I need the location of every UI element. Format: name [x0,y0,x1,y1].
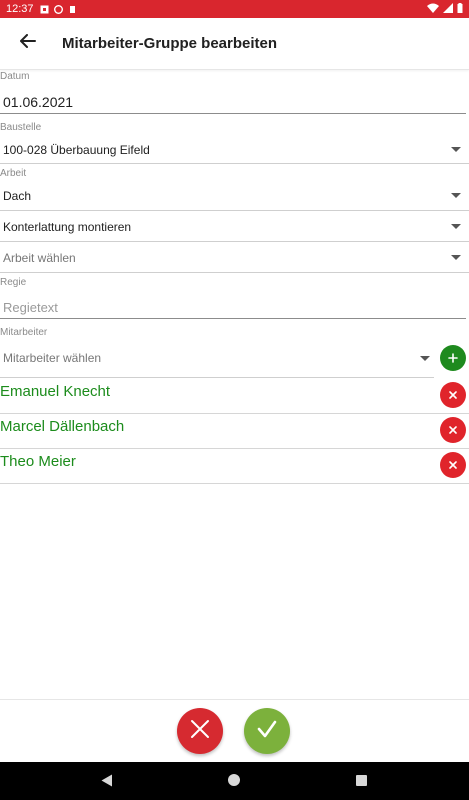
nav-home-icon[interactable] [228,774,240,786]
plus-icon [448,350,458,367]
chevron-down-icon [420,355,430,361]
employee-name: Marcel Dällenbach [0,418,125,435]
status-bar: 12:37 [0,0,469,18]
close-icon [449,423,457,437]
battery-icon [457,2,463,16]
app-bar: Mitarbeiter-Gruppe bearbeiten [0,18,469,70]
sd-card-icon [68,5,77,14]
datum-label: Datum [0,71,30,82]
employee-name: Emanuel Knecht [0,383,111,400]
divider [0,377,434,378]
back-button[interactable] [0,18,56,70]
chevron-down-icon [451,193,461,198]
sync-icon [53,4,63,14]
regie-placeholder: Regietext [3,300,58,315]
arbeit-dropdown-2[interactable]: Konterlattung montieren [0,213,469,240]
arbeit-placeholder: Arbeit wählen [3,250,76,265]
arbeit-label: Arbeit [0,168,27,179]
employee-row: Marcel Dällenbach [0,414,469,449]
divider [0,210,469,211]
datum-underline [0,113,466,114]
mitarbeiter-dropdown[interactable]: Mitarbeiter wählen [0,343,434,373]
status-time: 12:37 [6,3,34,15]
remove-employee-button[interactable] [440,382,466,408]
remove-employee-button[interactable] [440,417,466,443]
baustelle-dropdown[interactable]: 100-028 Überbauung Eifeld [0,136,469,163]
nav-recents-icon[interactable] [356,775,367,786]
action-bar [0,699,469,762]
chevron-down-icon [451,224,461,229]
checkmark-icon [256,719,278,744]
signal-icon [443,2,453,16]
regie-underline [0,318,466,319]
datum-value: 01.06.2021 [3,94,74,110]
employee-name: Theo Meier [0,453,76,470]
baustelle-value: 100-028 Überbauung Eifeld [3,142,150,157]
regie-label: Regie [0,277,27,288]
arbeit-value-1: Dach [3,188,32,203]
baustelle-label: Baustelle [0,122,42,133]
nav-back-icon[interactable] [101,774,113,792]
divider [0,272,469,273]
close-icon [449,388,457,402]
confirm-button[interactable] [244,708,290,754]
arrow-left-icon [20,34,36,53]
page-title: Mitarbeiter-Gruppe bearbeiten [62,35,278,52]
system-nav-bar [0,762,469,800]
regie-input[interactable]: Regietext [0,292,466,318]
mitarbeiter-placeholder: Mitarbeiter wählen [3,351,102,365]
employee-row: Emanuel Knecht [0,379,469,414]
mitarbeiter-label: Mitarbeiter [0,327,48,338]
arbeit-dropdown-3[interactable]: Arbeit wählen [0,244,469,271]
close-icon [190,719,210,744]
chevron-down-icon [451,255,461,260]
arbeit-dropdown-1[interactable]: Dach [0,182,469,209]
close-icon [449,458,457,472]
divider [0,241,469,242]
divider [0,163,469,164]
cancel-button[interactable] [177,708,223,754]
add-employee-button[interactable] [440,345,466,371]
employee-row: Theo Meier [0,449,469,484]
arbeit-value-2: Konterlattung montieren [3,219,132,234]
wifi-icon [427,3,439,16]
status-indicators [427,2,463,16]
notification-icon [40,5,49,14]
chevron-down-icon [451,147,461,152]
datum-input[interactable]: 01.06.2021 [0,88,466,113]
remove-employee-button[interactable] [440,452,466,478]
